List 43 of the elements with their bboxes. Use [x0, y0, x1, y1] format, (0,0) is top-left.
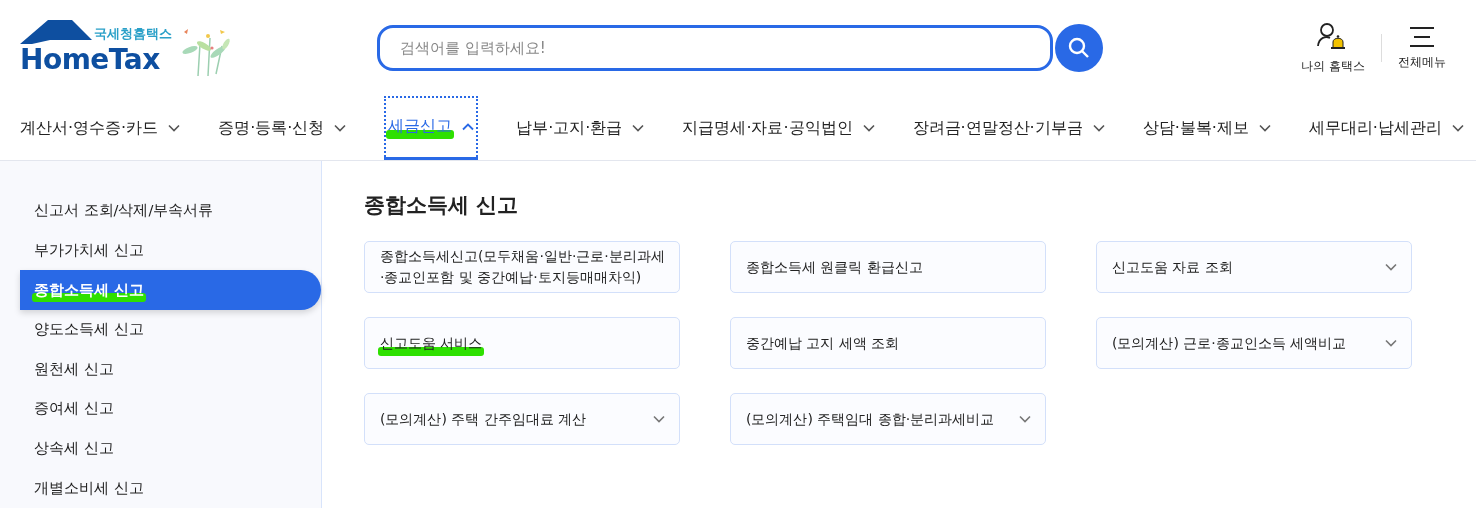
- chevron-down-icon: [1258, 124, 1271, 132]
- sidebar-item[interactable]: 양도소득세 신고: [20, 309, 321, 350]
- menu-card[interactable]: 신고도움 서비스: [364, 317, 680, 369]
- chevron-down-icon: [862, 124, 875, 132]
- chevron-down-icon: [653, 415, 665, 423]
- sidebar-item[interactable]: 신고서 조회/삭제/부속서류: [20, 191, 321, 231]
- nav-tab[interactable]: 증명·등록·신청: [218, 96, 347, 160]
- search-button[interactable]: [1055, 24, 1103, 72]
- sidebar-item[interactable]: 증여세 신고: [20, 389, 321, 429]
- menu-card[interactable]: 종합소득세 원클릭 환급신고: [730, 241, 1046, 293]
- chevron-down-icon: [1385, 339, 1397, 347]
- search-field[interactable]: 검색어를 입력하세요!: [377, 25, 1053, 71]
- nav-tab[interactable]: 세금신고: [384, 96, 479, 160]
- logo[interactable]: 국세청홈택스 HomeTax: [20, 17, 172, 76]
- menu-card[interactable]: 종합소득세신고(모두채움·일반·근로·분리과세·종교인포함 및 중간예납·토지등매매차익): [364, 241, 680, 293]
- menu-card[interactable]: (모의계산) 주택 간주임대료 계산: [364, 393, 680, 445]
- search-icon: [1068, 37, 1090, 59]
- nav-tab[interactable]: 상담·불복·제보: [1142, 96, 1271, 160]
- chevron-down-icon: [1385, 263, 1397, 271]
- chevron-down-icon: [1451, 124, 1464, 132]
- menu-card[interactable]: (모의계산) 주택임대 종합·분리과세비교: [730, 393, 1046, 445]
- nav-tab[interactable]: 납부·고지·환급: [516, 96, 645, 160]
- chevron-down-icon: [168, 124, 181, 132]
- nav-tab[interactable]: 세무대리·납세관리: [1308, 96, 1464, 160]
- menu-icon: [1409, 25, 1435, 48]
- sidebar-item[interactable]: 원천세 신고: [20, 349, 321, 390]
- menu-card[interactable]: 신고도움 자료 조회: [1096, 241, 1412, 293]
- chevron-down-icon: [1019, 415, 1031, 423]
- sidebar-item[interactable]: 상속세 신고: [20, 428, 321, 469]
- chevron-down-icon: [334, 124, 347, 132]
- menu-card[interactable]: (모의계산) 근로·종교인소득 세액비교: [1096, 317, 1412, 369]
- sidebar-item[interactable]: 부가가치세 신고: [20, 230, 321, 271]
- sidebar-item[interactable]: 개별소비세 신고: [20, 468, 321, 508]
- menu-card[interactable]: 중간예납 고지 세액 조회: [730, 317, 1046, 369]
- section-title: 종합소득세 신고: [364, 192, 520, 219]
- header-link[interactable]: 전체메뉴: [1382, 25, 1462, 71]
- chevron-down-icon: [632, 124, 645, 132]
- nav-tab[interactable]: 장려금·연말정산·기부금: [912, 96, 1105, 160]
- chevron-down-icon: [1092, 124, 1105, 132]
- nav-tab[interactable]: 계산서·영수증·카드: [20, 96, 181, 160]
- nav-tab[interactable]: 지급명세·자료·공익법인: [682, 96, 875, 160]
- header-link[interactable]: 나의 홈택스: [1285, 21, 1381, 75]
- chevron-up-icon: [462, 122, 475, 131]
